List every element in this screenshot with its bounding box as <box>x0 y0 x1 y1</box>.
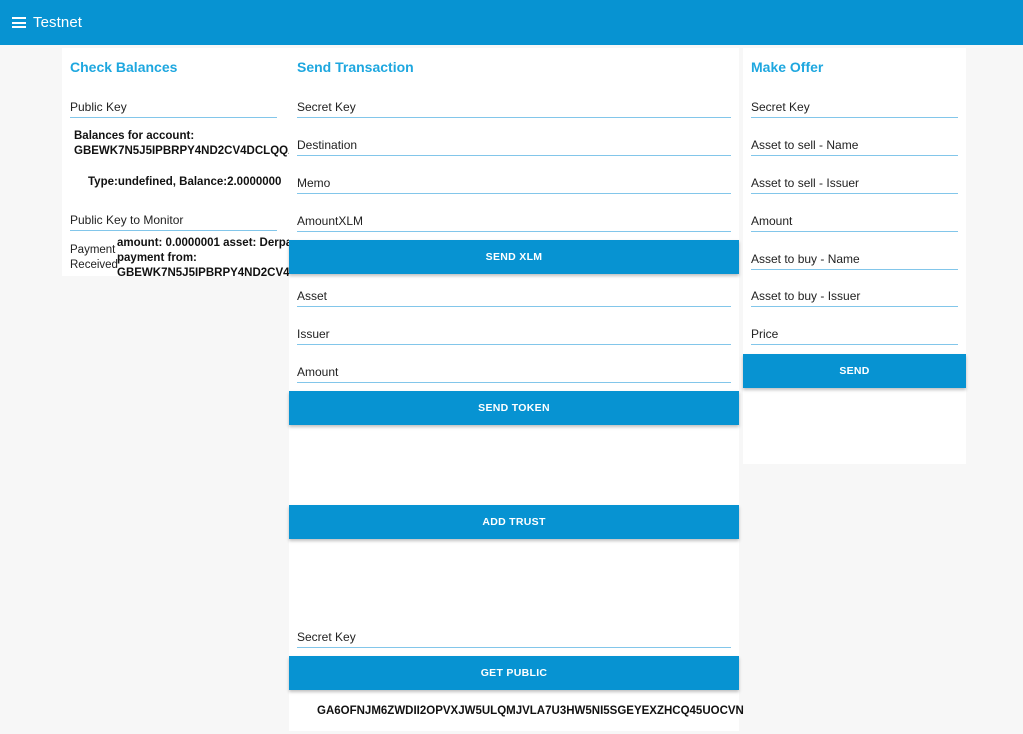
send-token-button[interactable]: SEND TOKEN <box>289 391 739 425</box>
balances-account: GBEWK7N5J5IPBRPY4ND2CV4DCLQQAIL <box>74 145 289 157</box>
add-trust-button[interactable]: ADD TRUST <box>289 505 739 539</box>
send-xlm-button[interactable]: SEND XLM <box>289 240 739 274</box>
offer-secret-key-input[interactable]: Secret Key <box>751 99 958 118</box>
amount-xlm-input[interactable]: AmountXLM <box>297 213 731 232</box>
secret-key-input[interactable]: Secret Key <box>297 99 731 118</box>
amount-input[interactable]: Amount <box>297 364 731 383</box>
payment-from-label: payment from: <box>117 252 197 264</box>
asset-to-sell-issuer-input[interactable]: Asset to sell - Issuer <box>751 175 958 194</box>
get-public-button[interactable]: GET PUBLIC <box>289 656 739 690</box>
send-transaction-card: Send Transaction Secret Key Destination … <box>289 48 744 731</box>
menu-icon[interactable] <box>12 17 26 28</box>
memo-input[interactable]: Memo <box>297 175 731 194</box>
send-transaction-title: Send Transaction <box>297 59 414 75</box>
app-bar: Testnet <box>0 0 1023 45</box>
make-offer-title: Make Offer <box>751 59 824 75</box>
issuer-input[interactable]: Issuer <box>297 326 731 345</box>
public-key-monitor-input[interactable]: Public Key to Monitor <box>70 212 277 231</box>
asset-to-buy-name-input[interactable]: Asset to buy - Name <box>751 251 958 270</box>
offer-amount-input[interactable]: Amount <box>751 213 958 232</box>
balance-line: Type:undefined, Balance:2.0000000 <box>88 176 282 188</box>
public-key-result: GA6OFNJM6ZWDII2OPVXJW5ULQMJVLA7U3HW5NI5S… <box>317 705 744 717</box>
send-offer-button[interactable]: SEND <box>743 354 966 388</box>
payment-label: Payment <box>70 244 116 256</box>
received-label: Received <box>70 259 118 271</box>
make-offer-card: Make Offer Secret Key Asset to sell - Na… <box>743 48 966 464</box>
app-title: Testnet <box>33 14 83 31</box>
public-key-input[interactable]: Public Key <box>70 99 277 118</box>
asset-to-sell-name-input[interactable]: Asset to sell - Name <box>751 137 958 156</box>
price-input[interactable]: Price <box>751 326 958 345</box>
check-balances-card: Check Balances Public Key Balances for a… <box>62 48 289 279</box>
payment-amount-line: amount: 0.0000001 asset: Derpa <box>117 237 289 249</box>
asset-to-buy-issuer-input[interactable]: Asset to buy - Issuer <box>751 288 958 307</box>
balances-heading: Balances for account: <box>74 130 195 142</box>
asset-input[interactable]: Asset <box>297 288 731 307</box>
check-balances-title: Check Balances <box>70 59 178 75</box>
payment-from-account: GBEWK7N5J5IPBRPY4ND2CV4D <box>117 267 289 279</box>
secret-key-input-2[interactable]: Secret Key <box>297 629 731 648</box>
destination-input[interactable]: Destination <box>297 137 731 156</box>
